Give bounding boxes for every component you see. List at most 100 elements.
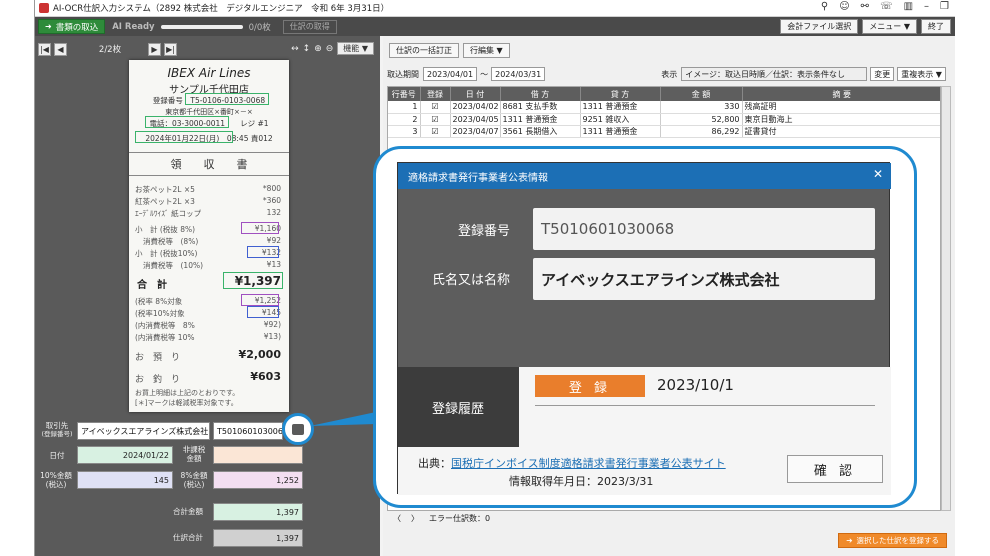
- partner-name-field[interactable]: アイベックスエアラインズ株式会社: [77, 422, 210, 440]
- menu-button[interactable]: メニュー ▼: [862, 19, 917, 34]
- function-button[interactable]: 機能 ▼: [337, 42, 374, 55]
- nontax-label: 非課税 金額: [177, 445, 211, 463]
- fetch-journal-label: 仕訳の取得: [289, 22, 330, 31]
- col-header[interactable]: 金 額: [660, 87, 743, 101]
- period-label: 取込期間: [387, 69, 419, 79]
- date-from-field[interactable]: 2023/04/01: [423, 67, 478, 81]
- history-date: 2023/10/1: [657, 376, 734, 394]
- zoom-icon[interactable]: ⚯: [861, 1, 869, 12]
- reg-no-label: 登録番号: [457, 224, 510, 239]
- restore-icon[interactable]: ❐: [940, 1, 949, 12]
- lookup-icon: [292, 423, 304, 435]
- receipt-store-name: IBEX Air Lines: [167, 66, 251, 80]
- col-header[interactable]: 摘 要: [742, 87, 940, 101]
- register-selected-button[interactable]: ➔ 選択した仕訳を登録する: [838, 533, 947, 548]
- fetch-journal-button[interactable]: 仕訳の取得: [282, 19, 337, 34]
- table-row[interactable]: 2 ☑ 2023/04/05 1311 普通預金 9251 雑収入 52,800…: [388, 113, 940, 126]
- row-amount: 86,292: [660, 125, 743, 138]
- viewer-toolbar: |◀ ◀ 2/2枚 ▶ ▶| ↔ ↕ ⊕ ⊖ 機能 ▼: [35, 41, 380, 57]
- scroll-left-icon[interactable]: 〈: [393, 513, 401, 524]
- receipt-intax-value: ¥92): [263, 320, 281, 329]
- receipt-rate-label: (税率 8%対象: [135, 297, 183, 306]
- ocr-box-sub10: [247, 246, 279, 258]
- receipt-intax-label: (内消費税等 10%: [135, 333, 195, 342]
- history-divider: [535, 405, 875, 406]
- dup-display-button[interactable]: 重複表示 ▼: [897, 67, 946, 81]
- phone-icon[interactable]: ☏: [880, 1, 893, 12]
- source-link[interactable]: 国税庁インボイス制度適格請求書発行事業者公表サイト: [451, 457, 726, 470]
- vertical-scrollbar[interactable]: [941, 86, 951, 511]
- receipt-item-name: ｴｰﾃﾞﾙﾜｲｽﾞ 紙コップ: [135, 209, 202, 218]
- ocr-box-t8: [241, 294, 279, 306]
- reg-no-value: T5010601030068: [533, 208, 875, 250]
- prev-page-button[interactable]: ◀: [54, 42, 67, 56]
- receipt-item-price: *360: [262, 196, 281, 205]
- display-label: 表示: [661, 69, 678, 79]
- row-date: 2023/04/05: [450, 113, 501, 126]
- bulk-fix-button[interactable]: 仕訳の一括訂正: [389, 43, 459, 58]
- receipt-subtotal-label: 小 計 (税抜 8%): [135, 225, 196, 234]
- zoom-in-icon[interactable]: ⊕: [314, 44, 322, 54]
- row-edit-button[interactable]: 行編集 ▼: [463, 43, 510, 58]
- row-no: 2: [388, 113, 421, 126]
- amount10-field[interactable]: 145: [77, 471, 173, 489]
- date-to-field[interactable]: 2024/03/31: [491, 67, 546, 81]
- search-icon[interactable]: ⚲: [821, 1, 828, 12]
- col-header[interactable]: 行番号: [388, 87, 421, 101]
- zoom-out-icon[interactable]: ⊖: [326, 44, 334, 54]
- history-section: 登録履歴 登 録 2023/10/1: [398, 367, 891, 447]
- minimize-icon[interactable]: –: [924, 1, 929, 12]
- row-check[interactable]: ☑: [420, 101, 451, 114]
- ocr-box-sub8: [241, 222, 279, 234]
- first-page-button[interactable]: |◀: [38, 42, 51, 56]
- fit-width-icon[interactable]: ↔: [291, 44, 299, 54]
- col-header[interactable]: 借 方: [500, 87, 581, 101]
- table-row[interactable]: 1 ☑ 2023/04/02 8681 支払手数 1311 普通預金 330 残…: [388, 101, 940, 114]
- ocr-box-date: [135, 131, 233, 143]
- nontax-label-2: 金額: [186, 454, 202, 463]
- scroll-right-icon[interactable]: 〉: [411, 513, 419, 524]
- receipt-tax-value: ¥92: [266, 236, 281, 245]
- amount10-label-2: (税込): [45, 480, 67, 489]
- ocr-box-t10: [247, 306, 279, 318]
- fit-height-icon[interactable]: ↕: [303, 44, 311, 54]
- col-header[interactable]: 日 付: [450, 87, 501, 101]
- amount8-label: 8%金額 (税込): [177, 471, 211, 489]
- source-line: 出典：国税庁インボイス制度適格請求書発行事業者公表サイト: [418, 455, 726, 471]
- nontax-field[interactable]: [213, 446, 303, 464]
- table-row[interactable]: 3 ☑ 2023/04/07 3561 長期借入 1311 普通預金 86,29…: [388, 125, 940, 138]
- close-icon[interactable]: ✕: [873, 167, 883, 181]
- receipt-tax-label: 消費税等 (8%): [143, 237, 199, 246]
- lookup-highlight[interactable]: [282, 413, 314, 445]
- user-icon[interactable]: ☺: [839, 1, 849, 12]
- receipt-rate-label: (税率10%対象: [135, 309, 185, 318]
- journal-statusbar: 〈 〉 エラー仕訳数：0: [387, 510, 953, 526]
- account-file-button[interactable]: 会計ファイル選択: [780, 19, 859, 34]
- row-check[interactable]: ☑: [420, 113, 451, 126]
- source-prefix: 出典：: [418, 457, 451, 470]
- next-page-button[interactable]: ▶: [148, 42, 161, 56]
- ocr-box-phone: [145, 116, 229, 128]
- total-field[interactable]: 1,397: [213, 503, 303, 521]
- page-count: 2/2枚: [98, 45, 122, 55]
- arrow-circle-icon: ➔: [846, 536, 853, 545]
- journal-total-field: 1,397: [213, 529, 303, 547]
- confirm-button[interactable]: 確 認: [787, 455, 883, 483]
- book-icon[interactable]: ▥: [904, 1, 913, 12]
- change-button[interactable]: 変更: [870, 67, 895, 81]
- receipt-heading: 領 収 書: [129, 152, 289, 176]
- partner-reg-field[interactable]: T5010601030068: [213, 422, 283, 440]
- exit-button[interactable]: 終了: [921, 19, 951, 34]
- last-page-button[interactable]: ▶|: [164, 42, 177, 56]
- date-field[interactable]: 2024/01/22: [77, 446, 173, 464]
- col-header[interactable]: 登録: [420, 87, 451, 101]
- import-button[interactable]: ➜ 書類の取込: [38, 19, 106, 34]
- receipt-total-label: 合 計: [137, 280, 167, 291]
- amount8-field[interactable]: 1,252: [213, 471, 303, 489]
- row-amount: 330: [660, 101, 743, 114]
- row-check[interactable]: ☑: [420, 125, 451, 138]
- col-header[interactable]: 貸 方: [580, 87, 661, 101]
- amount8-label-2: (税込): [183, 480, 205, 489]
- receipt-subtotal-label: 小 計 (税抜10%): [135, 249, 198, 258]
- ocr-box-total: [223, 272, 283, 289]
